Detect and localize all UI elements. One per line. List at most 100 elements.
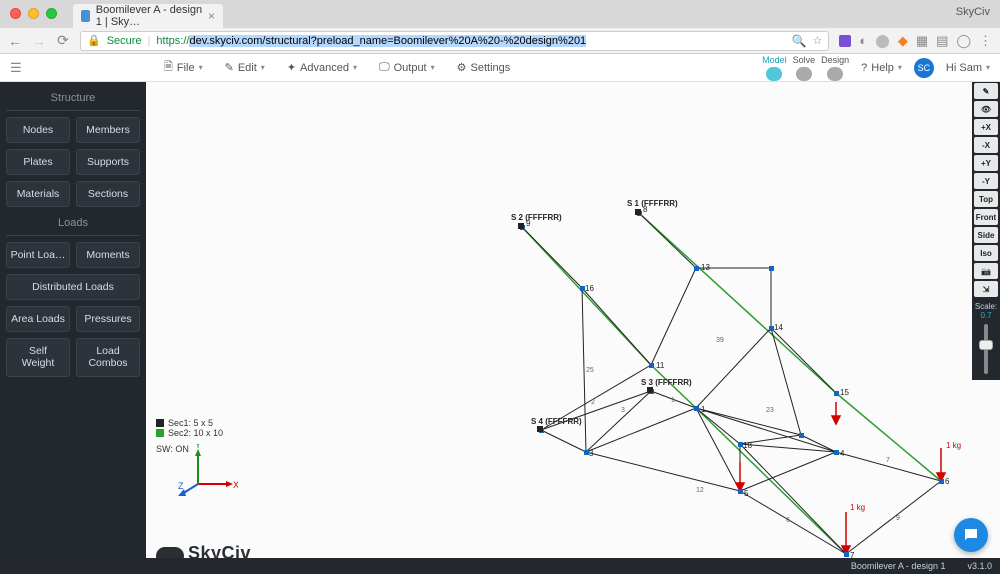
btn-distributed-loads[interactable]: Distributed Loads bbox=[6, 274, 140, 300]
btn-plates[interactable]: Plates bbox=[6, 149, 70, 175]
vbtn-side[interactable]: Side bbox=[974, 227, 998, 243]
svg-text:39: 39 bbox=[716, 337, 724, 344]
svg-text:13: 13 bbox=[701, 263, 710, 272]
svg-text:5: 5 bbox=[744, 489, 749, 498]
sidebar-heading-loads: Loads bbox=[6, 213, 140, 236]
tab-title: Boomilever A - design 1 | Sky… bbox=[96, 4, 208, 28]
help-menu[interactable]: ?Help▾ bbox=[861, 62, 902, 74]
scale-slider[interactable] bbox=[984, 324, 988, 374]
extension-icon[interactable]: ▤ bbox=[936, 33, 948, 49]
mode-design-icon[interactable] bbox=[827, 67, 843, 81]
btn-supports[interactable]: Supports bbox=[76, 149, 140, 175]
maximize-window-icon[interactable] bbox=[46, 8, 57, 19]
vbtn-top[interactable]: Top bbox=[974, 191, 998, 207]
vbtn-expand[interactable]: ⇲ bbox=[974, 281, 998, 297]
btn-materials[interactable]: Materials bbox=[6, 181, 70, 207]
vbtn-plus-y[interactable]: +Y bbox=[974, 155, 998, 171]
back-icon[interactable]: ← bbox=[8, 33, 22, 49]
vbtn-iso[interactable]: Iso bbox=[974, 245, 998, 261]
svg-text:4: 4 bbox=[840, 449, 845, 458]
address-bar[interactable]: 🔒 Secure | https://dev.skyciv.com/struct… bbox=[80, 31, 829, 51]
svg-text:14: 14 bbox=[774, 323, 783, 332]
extension-icon[interactable]: ⬤ bbox=[875, 33, 890, 49]
vbtn-minus-x[interactable]: -X bbox=[974, 137, 998, 153]
svg-text:23: 23 bbox=[766, 407, 774, 414]
extension-icon[interactable]: ▦ bbox=[916, 33, 928, 49]
lock-icon: 🔒 bbox=[87, 34, 101, 47]
mode-solve-icon[interactable] bbox=[796, 67, 812, 81]
menu-advanced[interactable]: ✦Advanced▾ bbox=[287, 58, 357, 77]
load-label: 1 kg bbox=[946, 441, 961, 450]
close-tab-icon[interactable]: × bbox=[208, 9, 215, 23]
svg-text:3: 3 bbox=[621, 407, 625, 414]
scale-label: Scale: bbox=[972, 302, 1000, 311]
reload-icon[interactable]: ⟳ bbox=[56, 32, 70, 49]
help-icon: ? bbox=[861, 62, 867, 74]
svg-text:25: 25 bbox=[586, 367, 594, 374]
btn-load-combos[interactable]: Load Combos bbox=[76, 338, 140, 376]
model-canvas[interactable]: S 1 (FFFFRR) S 2 (FFFFRR) S 3 (FFFFRR) S… bbox=[146, 82, 1000, 574]
mode-design-label: Design bbox=[821, 55, 849, 65]
pencil-icon: ✎ bbox=[225, 61, 234, 74]
secure-label: Secure bbox=[107, 35, 142, 47]
vbtn-front[interactable]: Front bbox=[974, 209, 998, 225]
svg-text:2: 2 bbox=[591, 399, 595, 406]
menu-output[interactable]: 🖵Output▾ bbox=[379, 58, 435, 77]
app-toolbar: ☰ 🗎File▾ ✎Edit▾ ✦Advanced▾ 🖵Output▾ ⚙Set… bbox=[0, 54, 1000, 82]
svg-text:6: 6 bbox=[945, 477, 950, 486]
btn-moments[interactable]: Moments bbox=[76, 242, 140, 268]
svg-text:X: X bbox=[233, 480, 238, 490]
app-version: v3.1.0 bbox=[967, 561, 992, 571]
minimize-window-icon[interactable] bbox=[28, 8, 39, 19]
vbtn-edit[interactable]: ✎ bbox=[974, 83, 998, 99]
menu-icon[interactable]: ⋮ bbox=[979, 33, 992, 49]
intercom-chat-button[interactable] bbox=[954, 518, 988, 552]
vbtn-plus-x[interactable]: +X bbox=[974, 119, 998, 135]
vbtn-visible[interactable]: 👁 bbox=[974, 101, 998, 117]
mode-model-label: Model bbox=[762, 55, 787, 65]
vbtn-camera[interactable]: 📷 bbox=[974, 263, 998, 279]
support-label: S 3 (FFFFRR) bbox=[641, 378, 692, 387]
browser-tab[interactable]: Boomilever A - design 1 | Sky… × bbox=[73, 4, 223, 28]
vbtn-minus-y[interactable]: -Y bbox=[974, 173, 998, 189]
btn-pressures[interactable]: Pressures bbox=[76, 306, 140, 332]
slider-thumb[interactable] bbox=[979, 340, 993, 350]
extension-icon[interactable] bbox=[839, 35, 851, 47]
mode-model-icon[interactable] bbox=[766, 67, 782, 81]
url-protocol: https:// bbox=[156, 35, 189, 47]
menu-settings[interactable]: ⚙Settings bbox=[457, 58, 511, 77]
scale-value: 0.7 bbox=[972, 311, 1000, 320]
btn-sections[interactable]: Sections bbox=[76, 181, 140, 207]
load-label: 1 kg bbox=[850, 503, 865, 512]
forward-icon: → bbox=[32, 33, 46, 49]
btn-area-loads[interactable]: Area Loads bbox=[6, 306, 70, 332]
svg-text:9: 9 bbox=[526, 219, 531, 228]
svg-text:1: 1 bbox=[671, 397, 675, 404]
user-menu[interactable]: Hi Sam▾ bbox=[946, 62, 990, 74]
svg-text:9: 9 bbox=[896, 515, 900, 522]
legend-sec1: Sec1: 5 x 5 bbox=[168, 418, 213, 428]
hamburger-icon[interactable]: ☰ bbox=[10, 60, 24, 76]
extension-icon[interactable]: ◆ bbox=[898, 33, 908, 49]
extension-icon[interactable]: ◐ bbox=[859, 33, 867, 48]
profile-icon[interactable]: ◯ bbox=[956, 33, 971, 49]
url-text: dev.skyciv.com/structural?preload_name=B… bbox=[189, 35, 586, 47]
btn-point-loads[interactable]: Point Loa… bbox=[6, 242, 70, 268]
search-icon[interactable]: 🔍 bbox=[792, 34, 807, 48]
btn-members[interactable]: Members bbox=[76, 117, 140, 143]
bookmark-icon[interactable]: ☆ bbox=[813, 34, 823, 47]
wand-icon: ✦ bbox=[287, 61, 296, 74]
avatar[interactable]: SC bbox=[914, 58, 934, 78]
btn-self-weight[interactable]: Self Weight bbox=[6, 338, 70, 376]
mode-solve-label: Solve bbox=[793, 55, 816, 65]
svg-text:18: 18 bbox=[743, 441, 752, 450]
menu-edit[interactable]: ✎Edit▾ bbox=[225, 58, 265, 77]
browser-tab-strip: Boomilever A - design 1 | Sky… × SkyCiv bbox=[0, 0, 1000, 28]
btn-nodes[interactable]: Nodes bbox=[6, 117, 70, 143]
structural-model-svg: S 1 (FFFFRR) S 2 (FFFFRR) S 3 (FFFFRR) S… bbox=[146, 82, 1000, 574]
svg-text:8: 8 bbox=[643, 205, 648, 214]
project-name: Boomilever A - design 1 bbox=[851, 561, 946, 571]
close-window-icon[interactable] bbox=[10, 8, 21, 19]
menu-file[interactable]: 🗎File▾ bbox=[164, 58, 203, 77]
support-label: S 1 (FFFFRR) bbox=[627, 199, 678, 208]
